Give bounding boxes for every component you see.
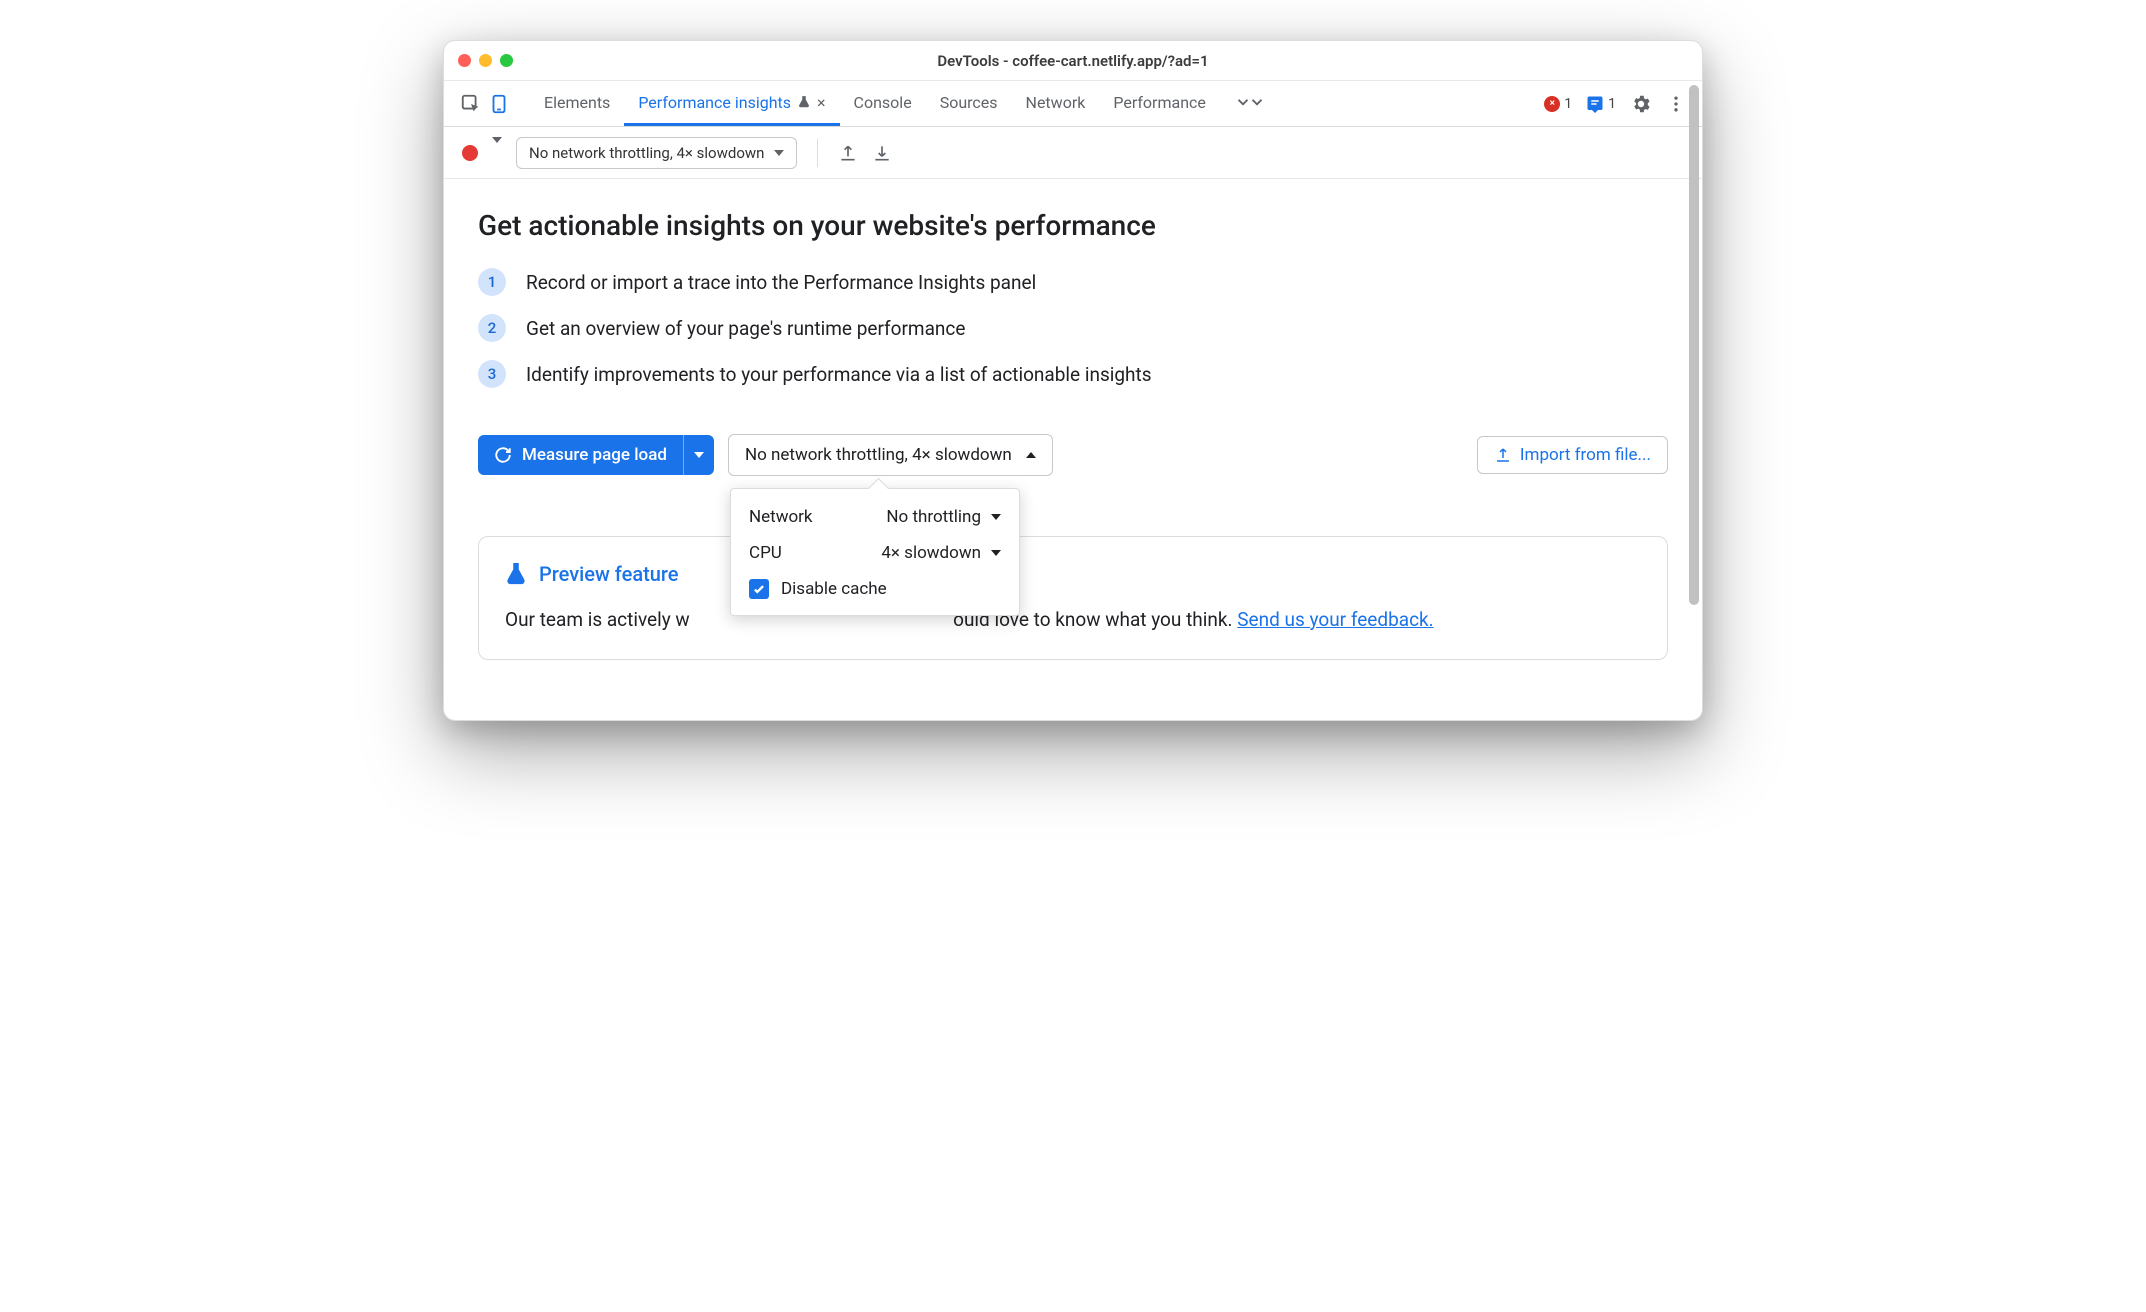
- network-label: Network: [749, 507, 813, 527]
- button-label: Import from file...: [1520, 445, 1651, 465]
- upload-icon: [1494, 446, 1512, 464]
- step-text: Identify improvements to your performanc…: [526, 363, 1152, 386]
- disable-cache-row[interactable]: Disable cache: [749, 579, 1001, 599]
- tab-sources[interactable]: Sources: [926, 81, 1012, 126]
- tab-elements[interactable]: Elements: [530, 81, 624, 126]
- separator: [817, 139, 818, 167]
- tab-performance-insights[interactable]: Performance insights ×: [624, 81, 839, 126]
- scrollbar-thumb[interactable]: [1689, 85, 1699, 605]
- flask-icon: [505, 561, 527, 587]
- steps-list: 1 Record or import a trace into the Perf…: [478, 268, 1668, 388]
- minimize-window-button[interactable]: [479, 54, 492, 67]
- measure-page-load-button[interactable]: Measure page load: [478, 435, 714, 475]
- more-tabs-button[interactable]: [1220, 81, 1280, 126]
- cpu-label: CPU: [749, 543, 782, 563]
- dropdown-label: No network throttling, 4× slowdown: [745, 445, 1012, 465]
- issues-icon: [1586, 95, 1604, 113]
- step-text: Record or import a trace into the Perfor…: [526, 271, 1036, 294]
- tab-performance[interactable]: Performance: [1099, 81, 1220, 126]
- preview-title: Preview feature: [539, 562, 678, 586]
- export-icon[interactable]: [838, 143, 858, 163]
- errors-count: 1: [1564, 96, 1572, 112]
- disable-cache-label: Disable cache: [781, 579, 887, 599]
- disable-cache-checkbox[interactable]: [749, 579, 769, 599]
- reload-icon: [494, 446, 512, 464]
- chevron-down-icon: [991, 550, 1001, 556]
- maximize-window-button[interactable]: [500, 54, 513, 67]
- cpu-select[interactable]: 4× slowdown: [881, 543, 1001, 563]
- step-item: 3 Identify improvements to your performa…: [478, 360, 1668, 388]
- issues-count: 1: [1608, 96, 1616, 112]
- cpu-value: 4× slowdown: [881, 543, 981, 563]
- close-tab-icon[interactable]: ×: [817, 93, 826, 112]
- preview-text-prefix: Our team is actively w: [505, 608, 690, 631]
- import-icon[interactable]: [872, 143, 892, 163]
- throttle-dropdown[interactable]: No network throttling, 4× slowdown: [728, 434, 1053, 476]
- scrollbar[interactable]: [1685, 85, 1699, 716]
- record-menu-caret[interactable]: [492, 143, 502, 162]
- tab-network[interactable]: Network: [1012, 81, 1100, 126]
- page-heading: Get actionable insights on your website'…: [478, 209, 1668, 242]
- devtools-tabbar: Elements Performance insights × Console …: [444, 81, 1702, 127]
- step-number: 1: [478, 268, 506, 296]
- button-label: Measure page load: [522, 445, 667, 465]
- main-content: Get actionable insights on your website'…: [444, 179, 1702, 720]
- close-window-button[interactable]: [458, 54, 471, 67]
- measure-menu-caret[interactable]: [683, 435, 714, 475]
- issues-badge[interactable]: 1: [1586, 95, 1616, 113]
- step-item: 2 Get an overview of your page's runtime…: [478, 314, 1668, 342]
- window-title: DevTools - coffee-cart.netlify.app/?ad=1: [444, 52, 1702, 70]
- throttle-popover: Network No throttling CPU 4× slowdown: [730, 488, 1020, 616]
- errors-badge[interactable]: × 1: [1544, 96, 1572, 112]
- devtools-window: DevTools - coffee-cart.netlify.app/?ad=1…: [443, 40, 1703, 721]
- throttle-select[interactable]: No network throttling, 4× slowdown: [516, 137, 797, 169]
- preview-body: Our team is actively working on this fea…: [505, 605, 1641, 635]
- network-value: No throttling: [886, 507, 981, 527]
- chevron-down-icon: [991, 514, 1001, 520]
- step-text: Get an overview of your page's runtime p…: [526, 317, 965, 340]
- settings-gear-icon[interactable]: [1630, 93, 1652, 115]
- device-toggle-icon[interactable]: [488, 93, 510, 115]
- feedback-link[interactable]: Send us your feedback.: [1237, 608, 1433, 631]
- inspect-element-icon[interactable]: [460, 93, 482, 115]
- throttle-label: No network throttling, 4× slowdown: [529, 144, 764, 162]
- chevron-down-icon: [774, 150, 784, 156]
- traffic-lights: [458, 54, 513, 67]
- experiment-flask-icon: [797, 95, 811, 109]
- titlebar: DevTools - coffee-cart.netlify.app/?ad=1: [444, 41, 1702, 81]
- tab-console[interactable]: Console: [840, 81, 926, 126]
- step-number: 2: [478, 314, 506, 342]
- insights-toolbar: No network throttling, 4× slowdown: [444, 127, 1702, 179]
- step-number: 3: [478, 360, 506, 388]
- record-button[interactable]: [462, 145, 478, 161]
- preview-feature-box: Preview feature Our team is actively wor…: [478, 536, 1668, 660]
- import-from-file-button[interactable]: Import from file...: [1477, 436, 1668, 474]
- network-select[interactable]: No throttling: [886, 507, 1001, 527]
- error-icon: ×: [1544, 96, 1560, 112]
- more-menu-icon[interactable]: [1666, 94, 1686, 114]
- action-row: Measure page load No network throttling,…: [478, 434, 1668, 476]
- chevron-up-icon: [1026, 452, 1036, 458]
- step-item: 1 Record or import a trace into the Perf…: [478, 268, 1668, 296]
- tab-label: Performance insights: [638, 93, 791, 112]
